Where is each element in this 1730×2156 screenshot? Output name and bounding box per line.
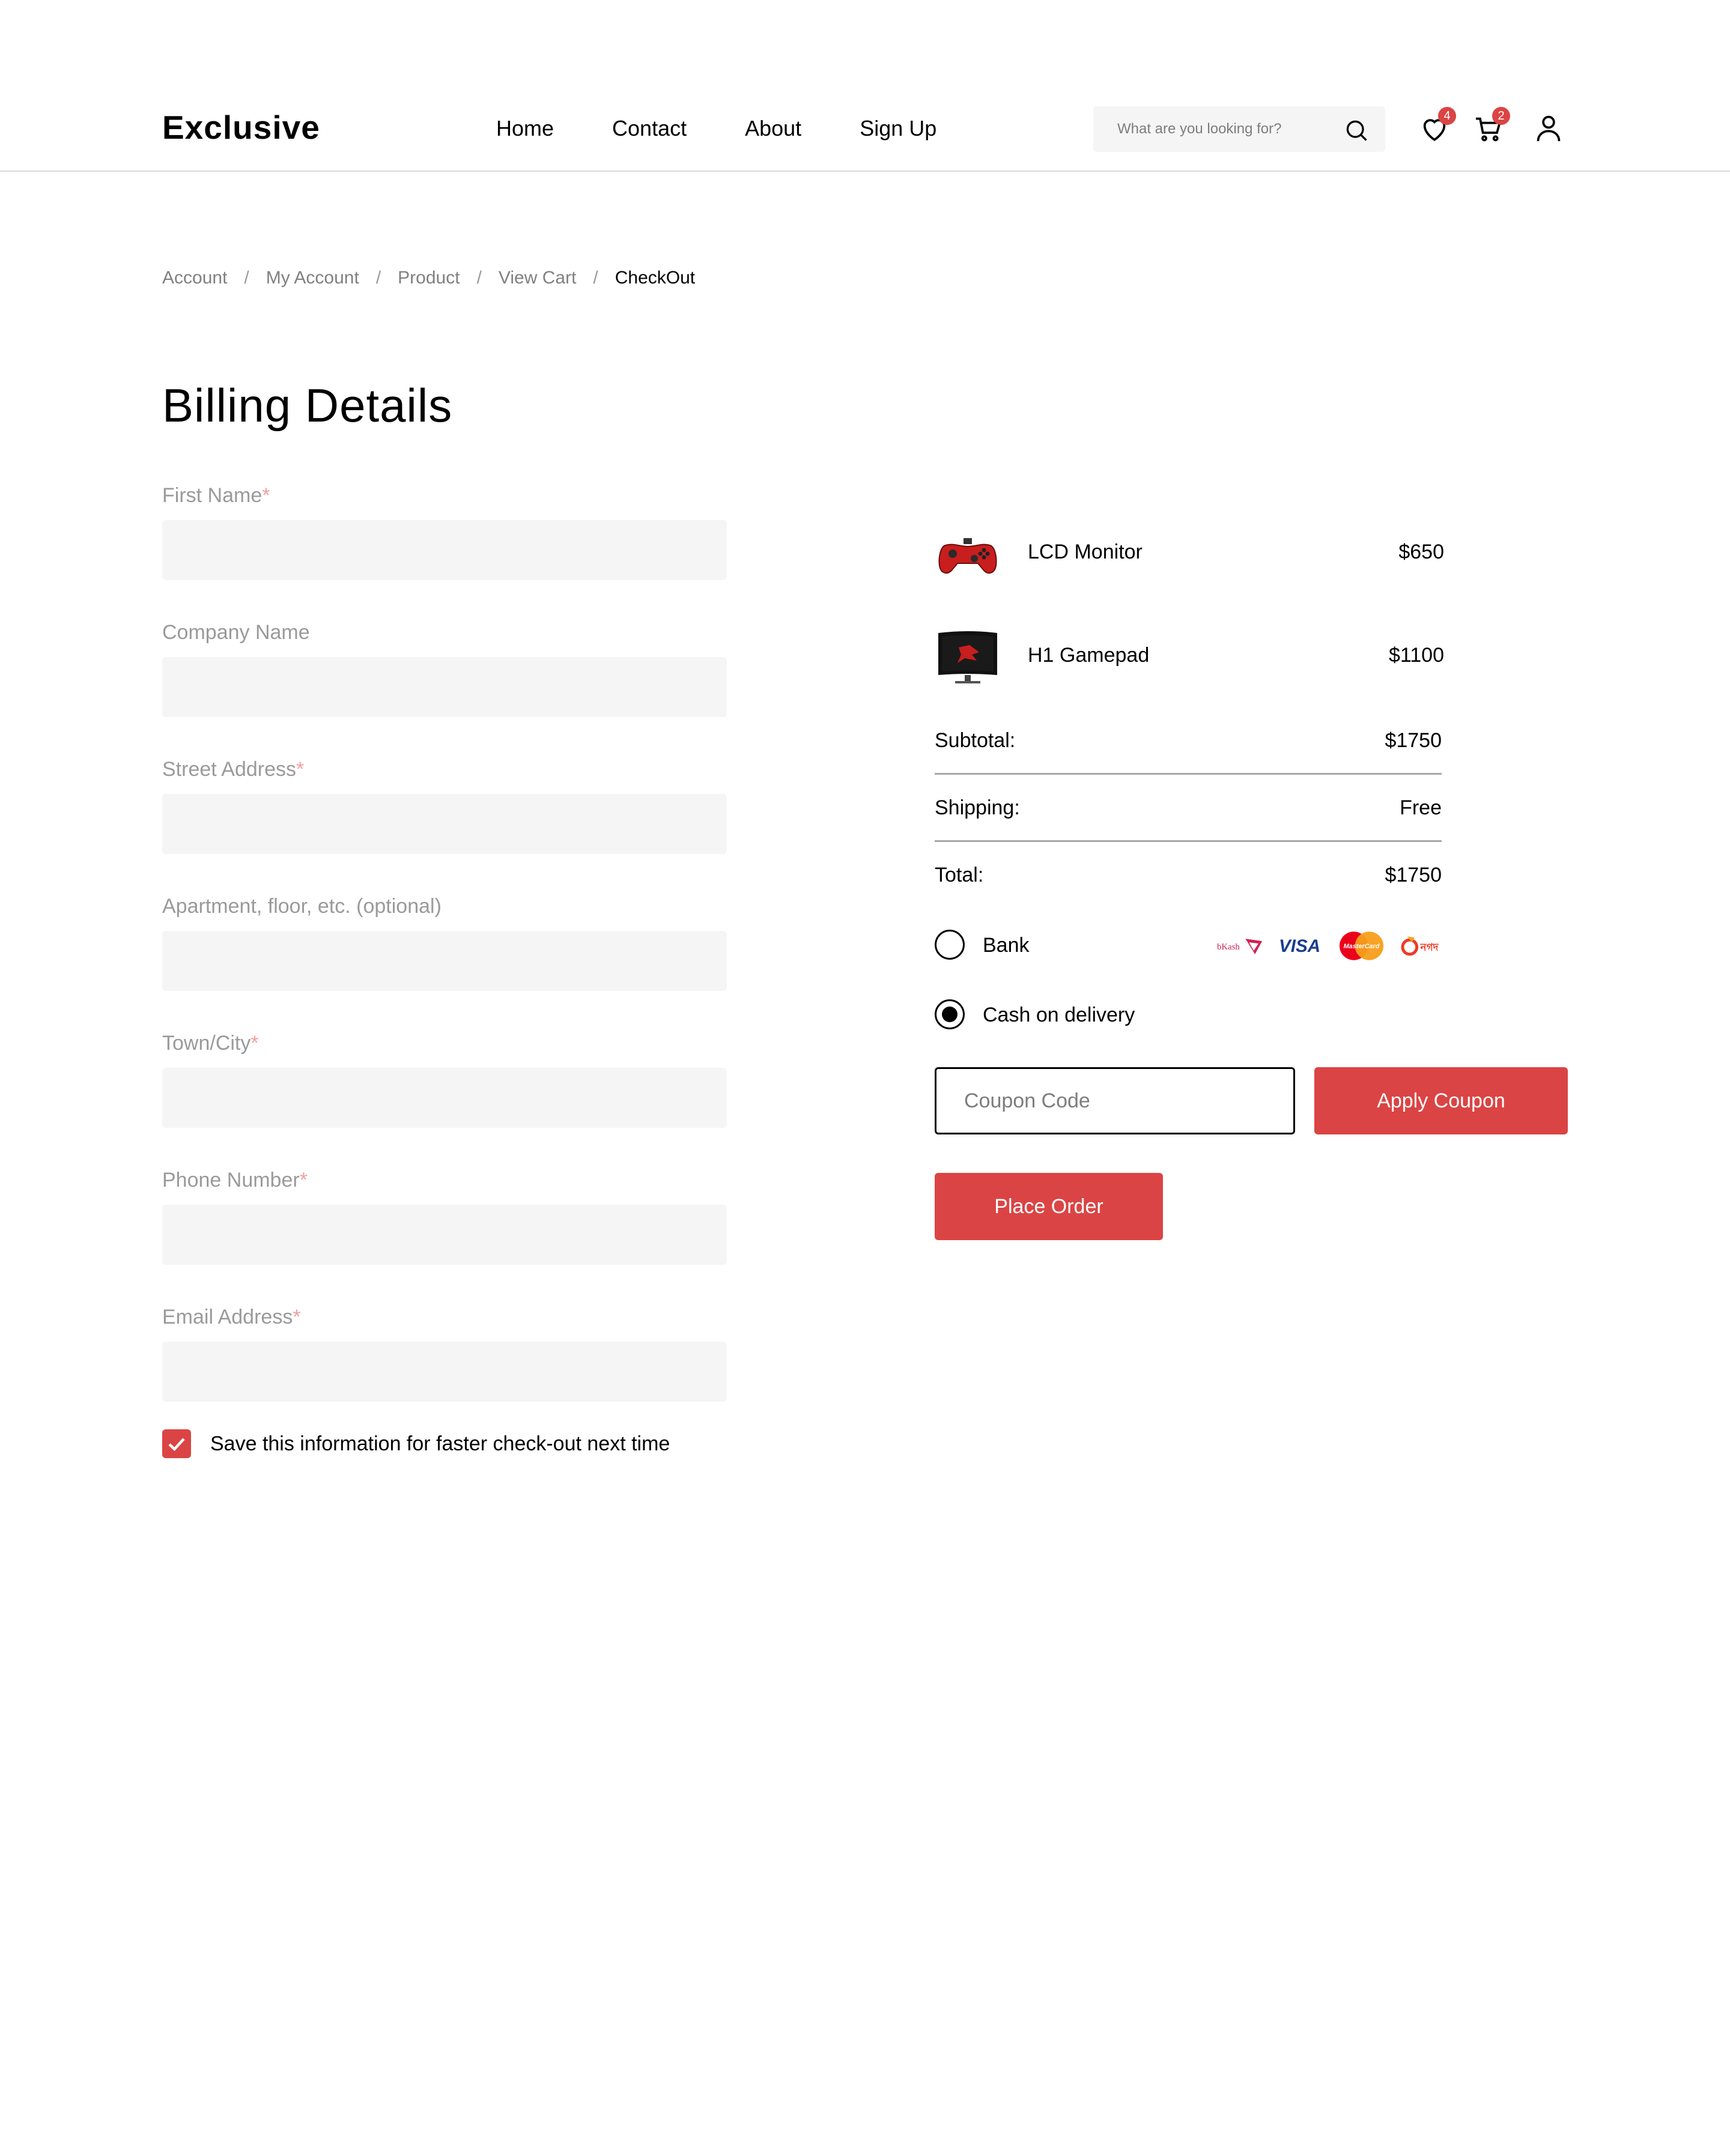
apartment-label: Apartment, floor, etc. (optional) <box>162 895 442 918</box>
required-marker: * <box>296 758 305 781</box>
coupon-code-input[interactable] <box>935 1067 1295 1134</box>
phone-number-field[interactable] <box>162 1205 727 1265</box>
company-name-label: Company Name <box>162 621 310 644</box>
order-item-name: LCD Monitor <box>1028 541 1143 563</box>
user-icon <box>1537 115 1561 142</box>
email-address-label: Email Address* <box>162 1306 301 1328</box>
required-marker: * <box>262 484 270 507</box>
place-order-button[interactable]: Place Order <box>935 1173 1163 1240</box>
search-icon[interactable] <box>1343 117 1370 144</box>
subtotal-label: Subtotal: <box>935 729 1016 752</box>
nav-home[interactable]: Home <box>496 116 554 141</box>
search-input[interactable] <box>1117 106 1334 152</box>
breadcrumb-separator: / <box>476 268 482 288</box>
nav-contact[interactable]: Contact <box>612 116 687 141</box>
payment-logos: bKash VISA MasterCard নগদ <box>1216 930 1449 962</box>
subtotal-row: Subtotal: $1750 <box>935 729 1442 752</box>
svg-text:নগদ: নগদ <box>1420 941 1439 953</box>
save-info-checkbox[interactable] <box>162 1429 191 1458</box>
svg-text:VISA: VISA <box>1279 936 1320 956</box>
bank-label: Bank <box>983 934 1030 957</box>
order-item-price: $1100 <box>1388 644 1444 667</box>
bank-radio[interactable] <box>935 930 965 960</box>
town-city-field[interactable] <box>162 1068 727 1128</box>
first-name-field[interactable] <box>162 520 727 580</box>
shipping-row: Shipping: Free <box>935 796 1442 820</box>
mastercard-logo: MasterCard <box>1339 931 1384 960</box>
bkash-logo: bKash <box>1217 939 1263 954</box>
total-row: Total: $1750 <box>935 864 1442 887</box>
phone-number-label: Phone Number* <box>162 1169 308 1192</box>
divider <box>935 840 1442 842</box>
site-header: Exclusive Home Contact About Sign Up 4 2 <box>0 0 1730 172</box>
breadcrumb-account[interactable]: Account <box>162 268 227 288</box>
order-item-price: $650 <box>1398 541 1444 563</box>
required-marker: * <box>293 1306 301 1328</box>
nagad-logo: নগদ <box>1401 936 1439 956</box>
svg-text:MasterCard: MasterCard <box>1344 943 1380 950</box>
first-name-label: First Name* <box>162 484 270 507</box>
required-marker: * <box>250 1032 259 1055</box>
shipping-label: Shipping: <box>935 796 1020 819</box>
gamepad-icon <box>938 538 997 574</box>
order-item-name: H1 Gamepad <box>1028 644 1150 667</box>
save-info-label: Save this information for faster check-o… <box>210 1432 670 1455</box>
divider <box>935 773 1442 775</box>
apply-coupon-button[interactable]: Apply Coupon <box>1314 1067 1568 1134</box>
breadcrumb: Account / My Account / Product / View Ca… <box>162 268 695 288</box>
total-value: $1750 <box>1385 864 1442 886</box>
wishlist-button[interactable]: 4 <box>1418 107 1456 145</box>
cash-on-delivery-radio[interactable] <box>935 999 965 1029</box>
monitor-icon <box>938 631 997 683</box>
breadcrumb-product[interactable]: Product <box>398 268 460 288</box>
breadcrumb-my-account[interactable]: My Account <box>266 268 359 288</box>
breadcrumb-view-cart[interactable]: View Cart <box>499 268 577 288</box>
cash-on-delivery-label: Cash on delivery <box>983 1004 1135 1026</box>
nav-sign-up[interactable]: Sign Up <box>860 116 936 141</box>
logo[interactable]: Exclusive <box>162 108 320 147</box>
street-address-label: Street Address* <box>162 758 305 781</box>
search-bar <box>1093 106 1385 152</box>
nav-about[interactable]: About <box>745 116 801 141</box>
total-label: Total: <box>935 864 984 886</box>
breadcrumb-separator: / <box>593 268 598 288</box>
street-address-field[interactable] <box>162 794 727 854</box>
account-button[interactable] <box>1532 112 1565 145</box>
apartment-field[interactable] <box>162 931 727 991</box>
company-name-field[interactable] <box>162 657 727 717</box>
required-marker: * <box>299 1169 308 1192</box>
subtotal-value: $1750 <box>1385 729 1442 752</box>
svg-text:bKash: bKash <box>1217 942 1240 952</box>
shipping-value: Free <box>1400 796 1442 819</box>
breadcrumb-current: CheckOut <box>615 268 696 288</box>
main-nav: Home Contact About Sign Up <box>496 116 936 141</box>
cart-count-badge: 2 <box>1492 107 1510 125</box>
cart-button[interactable]: 2 <box>1472 107 1510 145</box>
wishlist-count-badge: 4 <box>1438 107 1456 125</box>
page-title: Billing Details <box>162 379 453 432</box>
town-city-label: Town/City* <box>162 1032 259 1055</box>
breadcrumb-separator: / <box>375 268 381 288</box>
email-address-field[interactable] <box>162 1342 727 1402</box>
checkmark-icon <box>168 1438 185 1452</box>
visa-logo: VISA <box>1279 936 1320 956</box>
breadcrumb-separator: / <box>244 268 249 288</box>
